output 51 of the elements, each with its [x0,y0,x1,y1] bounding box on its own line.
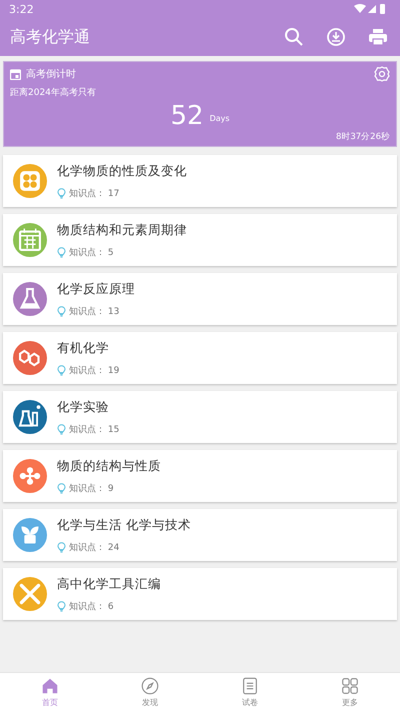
topic-title: 物质结构和元素周期律 [57,222,187,238]
nav-tab[interactable]: 试卷 [200,673,300,711]
nav-tab[interactable]: 发现 [100,673,200,711]
calendar-icon [10,68,21,80]
lightbulb-icon [57,542,66,552]
topic-card[interactable]: 物质结构和元素周期律 知识点： 5 [3,214,397,266]
knowledge-count: 知识点： 15 [69,424,120,436]
status-time: 3:22 [9,2,34,16]
knowledge-count: 知识点： 5 [69,246,114,258]
lightbulb-icon [57,246,66,258]
topic-title: 化学物质的性质及变化 [57,162,187,180]
home-icon [40,676,60,696]
lightbulb-icon [57,600,66,612]
print-icon[interactable] [368,27,388,47]
knowledge-count: 知识点： 6 [69,600,114,612]
topic-card[interactable]: 高中化学工具汇编 知识点： 6 [3,568,397,620]
compass-icon [140,676,160,696]
lightbulb-icon [57,306,66,316]
knowledge-count: 知识点： 24 [69,542,120,554]
topic-card[interactable]: 有机化学 知识点： 19 [3,332,397,384]
topic-card[interactable]: 化学实验 知识点： 15 [3,391,397,443]
topic-title: 化学与生活 化学与技术 [57,516,191,534]
topic-title: 化学反应原理 [57,280,135,298]
time-left: 8时37分26秒 [336,131,390,143]
days-unit: Days [210,114,230,123]
topic-title: 化学实验 [57,398,110,416]
settings-icon[interactable] [374,66,390,82]
topic-card[interactable]: 化学与生活 化学与技术 知识点： 24 [3,509,397,561]
document-icon [240,676,260,696]
search-icon[interactable] [284,27,304,47]
nav-tab[interactable]: 更多 [300,673,400,711]
countdown-title: 高考倒计时 [26,68,76,81]
app-title: 高考化学通 [10,26,91,48]
topic-title: 物质的结构与性质 [57,458,161,474]
countdown-subtitle: 距离2024年高考只有 [10,86,97,99]
topic-title: 有机化学 [57,340,110,356]
lightbulb-icon [57,188,66,198]
topic-card[interactable]: 化学反应原理 知识点： 13 [3,273,397,325]
topic-card[interactable]: 化学物质的性质及变化 知识点： 17 [3,155,397,207]
days-count: 52 [170,101,204,131]
topic-title: 高中化学工具汇编 [57,576,161,592]
download-icon[interactable] [326,27,346,47]
knowledge-count: 知识点： 17 [69,188,120,200]
lightbulb-icon [57,424,66,434]
topic-card[interactable]: 物质的结构与性质 知识点： 9 [3,450,397,502]
grid-icon [340,676,360,696]
knowledge-count: 知识点： 13 [69,306,120,318]
lightbulb-icon [57,482,66,494]
knowledge-count: 知识点： 19 [69,364,120,376]
knowledge-count: 知识点： 9 [69,482,114,494]
lightbulb-icon [57,364,66,376]
